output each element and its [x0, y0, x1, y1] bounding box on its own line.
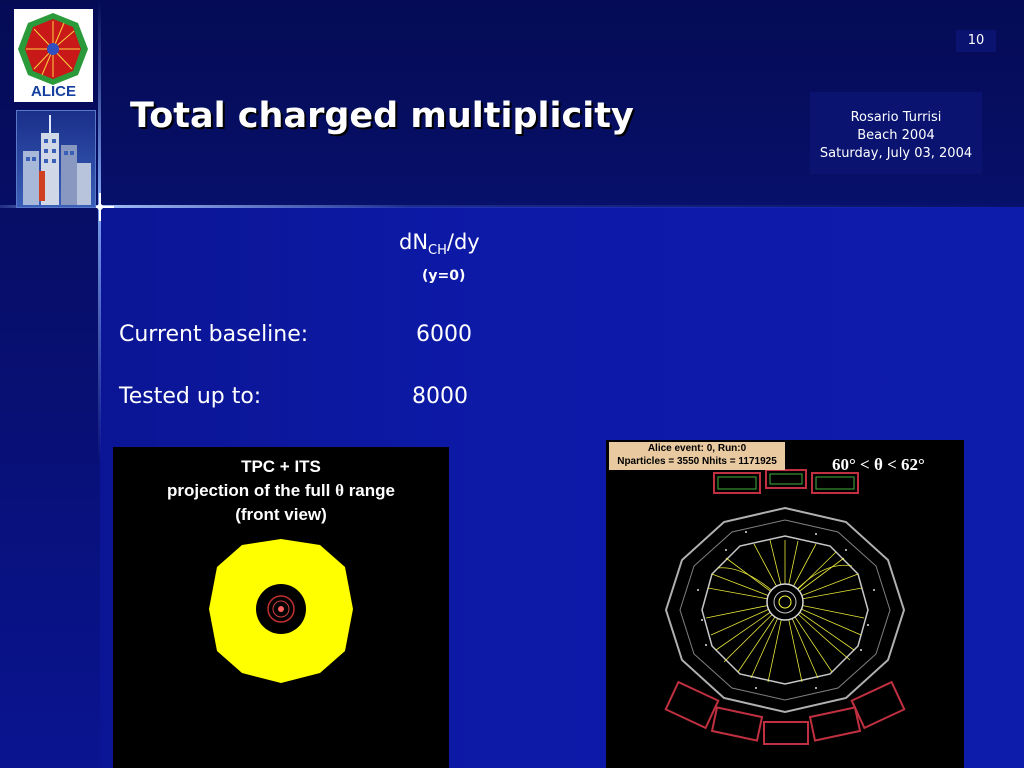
quantity-label: dNCH/dy	[399, 230, 480, 258]
front-view-panel: TPC + ITS projection of the full θ range…	[113, 447, 449, 768]
event-info-line-2: Nparticles = 3550 Nhits = 1171925	[617, 456, 777, 467]
quantity-subscript: CH	[428, 243, 447, 259]
event-display-panel: Alice event: 0, Run:0 Nparticles = 3550 …	[606, 440, 964, 768]
baseline-label: Current baseline:	[119, 322, 309, 347]
author-box: Rosario Turrisi Beach 2004 Saturday, Jul…	[810, 92, 982, 174]
event-name: Beach 2004	[857, 128, 935, 143]
baseline-value: 6000	[416, 322, 472, 347]
city-illustration	[16, 110, 96, 208]
event-display-graphic	[664, 469, 906, 745]
page-number: 10	[956, 30, 996, 52]
logo-label: ALICE	[31, 83, 76, 100]
slide-title: Total charged multiplicity	[130, 96, 634, 136]
quantity-suffix: /dy	[446, 230, 480, 254]
event-info-label: Alice event: 0, Run:0 Nparticles = 3550 …	[609, 442, 785, 470]
quantity-main: dN	[399, 230, 429, 254]
tested-value: 8000	[412, 384, 468, 409]
presentation-date: Saturday, July 03, 2004	[819, 146, 973, 161]
quantity-condition: (y=0)	[422, 268, 466, 284]
horizontal-divider	[0, 205, 1024, 208]
author-name: Rosario Turrisi	[850, 110, 942, 125]
theta-range-label: 60° < θ < 62°	[832, 455, 925, 474]
tested-label: Tested up to:	[119, 384, 262, 409]
event-info-line-1: Alice event: 0, Run:0	[647, 443, 747, 454]
tpc-front-view-graphic	[209, 539, 353, 683]
alice-logo: ALICE	[14, 9, 93, 102]
buildings-icon	[23, 115, 91, 205]
vertical-divider	[98, 0, 101, 768]
